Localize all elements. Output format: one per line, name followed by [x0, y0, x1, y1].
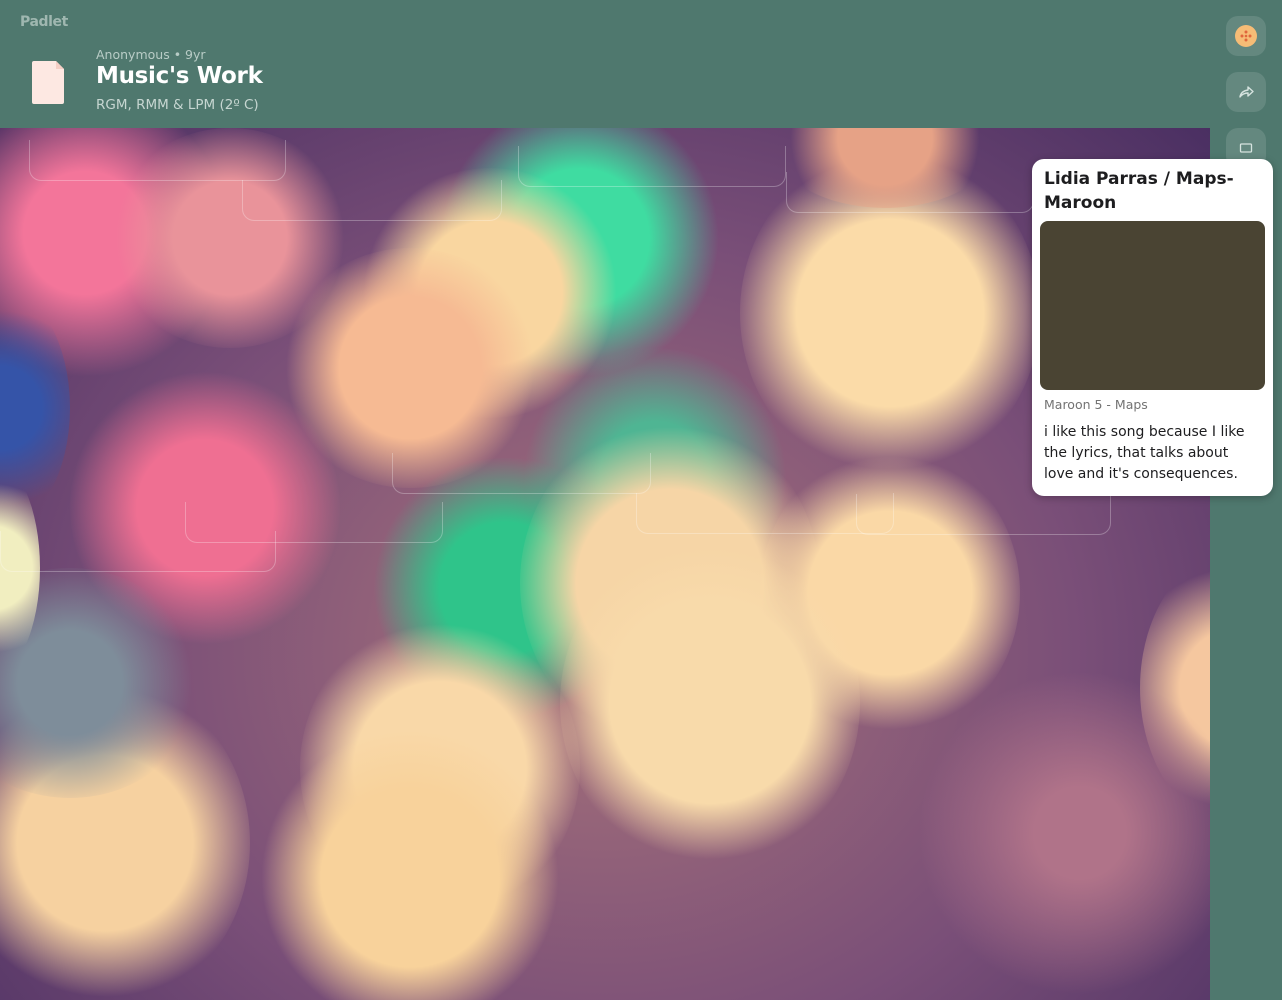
- header-bar: Padlet Anonymous • 9yr Music's Work RGM,…: [0, 0, 1282, 128]
- faded-post-outline: [242, 180, 502, 221]
- faded-post-outline: [29, 140, 286, 181]
- post-title: Lidia Parras / Maps-Maroon: [1044, 169, 1234, 213]
- post-card[interactable]: Lidia Parras / Maps-Maroon Maroon 5 - Ma…: [1032, 159, 1273, 496]
- wall-canvas[interactable]: [0, 128, 1210, 1000]
- post-attachment-preview[interactable]: [1040, 221, 1265, 390]
- attachment-caption[interactable]: Maroon 5 - Maps: [1044, 397, 1148, 412]
- avatar-icon: [1235, 25, 1257, 47]
- author-name: Anonymous: [96, 47, 170, 62]
- post-meta: Anonymous • 9yr: [96, 47, 206, 62]
- padlet-logo[interactable]: Padlet: [20, 14, 68, 30]
- right-rail: [1210, 0, 1282, 1000]
- share-button[interactable]: [1226, 72, 1266, 112]
- faded-post-outline: [856, 494, 1111, 535]
- background-bokeh: [560, 538, 860, 868]
- slideshow-icon: [1239, 143, 1253, 153]
- page-title: Music's Work: [96, 63, 263, 89]
- faded-post-outline: [392, 453, 651, 494]
- faded-post-outline: [518, 146, 786, 187]
- meta-separator: •: [173, 47, 182, 62]
- document-icon: [32, 61, 64, 104]
- share-icon: [1239, 86, 1254, 98]
- faded-post-outline: [0, 531, 276, 572]
- post-age: 9yr: [185, 47, 206, 62]
- faded-post-outline: [786, 172, 1034, 213]
- user-avatar-button[interactable]: [1226, 16, 1266, 56]
- background-bokeh: [920, 668, 1210, 998]
- post-body: i like this song because I like the lyri…: [1044, 424, 1245, 482]
- page-subtitle: RGM, RMM & LPM (2º C): [96, 97, 259, 113]
